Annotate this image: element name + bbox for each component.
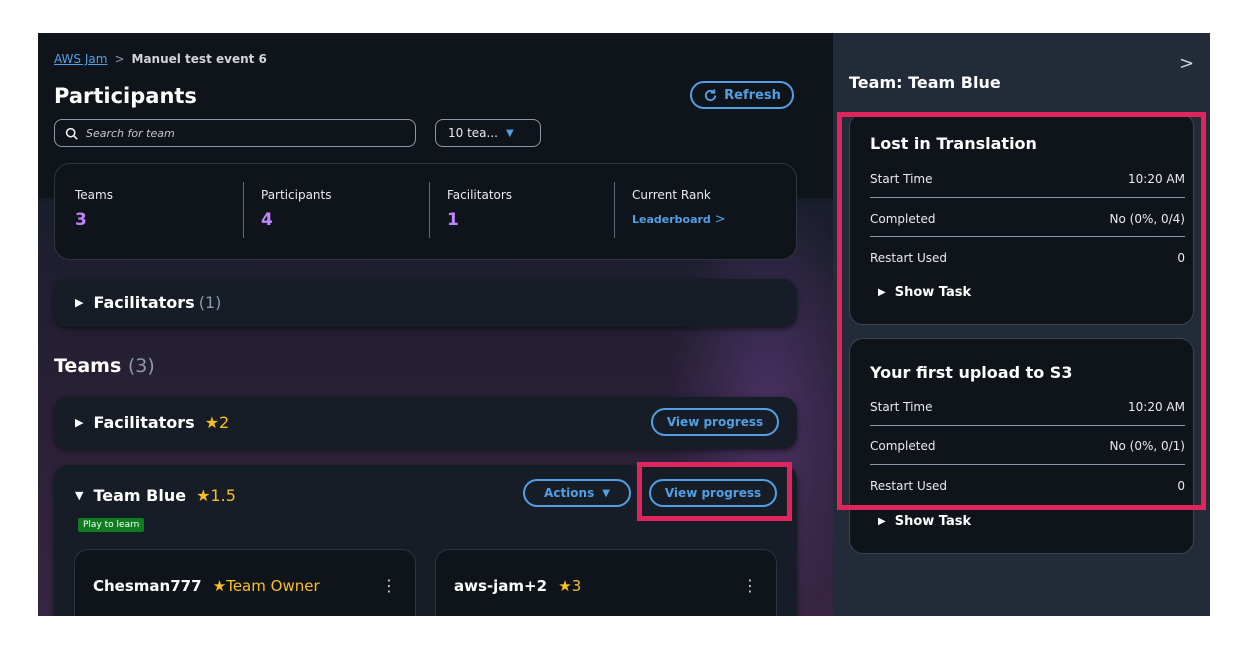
show-task-toggle[interactable]: ▶ Show Task: [878, 514, 971, 529]
stat-divider: [614, 182, 615, 238]
triangle-right-icon: ▶: [878, 287, 886, 298]
task-start-row: Start Time 10:20 AM: [870, 172, 1185, 186]
team-side-panel: Team: Team Blue > Lost in Translation St…: [833, 33, 1210, 616]
task-completed-row: Completed No (0%, 0/1): [870, 439, 1185, 453]
stat-facilitators-value: 1: [447, 210, 459, 230]
app-window: AWS Jam > Manuel test event 6 Participants…: [38, 33, 1210, 616]
team-count-select[interactable]: 10 tea... ▼: [435, 119, 541, 147]
refresh-label: Refresh: [724, 87, 781, 103]
facilitators-expander[interactable]: ▶ Facilitators (1): [54, 279, 797, 327]
facilitators-label: Facilitators: [93, 293, 195, 312]
page-title: Participants: [54, 84, 197, 108]
chevron-right-icon: >: [714, 212, 726, 227]
member-name: aws-jam+2: [454, 577, 548, 595]
member-card: aws-jam+2 ★3 ⋮: [435, 549, 777, 616]
search-icon: [65, 127, 78, 140]
view-progress-button[interactable]: View progress: [649, 479, 777, 507]
breadcrumb: AWS Jam > Manuel test event 6: [54, 52, 267, 66]
divider: [870, 197, 1185, 198]
triangle-right-icon: ▶: [878, 516, 886, 527]
member-name: Chesman777: [93, 577, 202, 595]
member-role: Team Owner: [226, 577, 320, 595]
stat-rank: Current Rank Leaderboard >: [632, 188, 726, 227]
task-title: Your first upload to S3: [870, 363, 1073, 382]
task-card: Lost in Translation Start Time 10:20 AM …: [849, 113, 1194, 325]
refresh-button[interactable]: Refresh: [690, 81, 794, 109]
view-progress-button[interactable]: View progress: [651, 408, 779, 436]
task-restart-row: Restart Used 0: [870, 251, 1185, 265]
member-card: Chesman777 ★Team Owner ⋮: [74, 549, 416, 616]
show-task-toggle[interactable]: ▶ Show Task: [878, 285, 971, 300]
stat-divider: [429, 182, 430, 238]
team-name: Facilitators: [93, 413, 195, 432]
kebab-icon[interactable]: ⋮: [742, 576, 758, 595]
stat-facilitators-label: Facilitators: [447, 188, 513, 202]
side-panel-title: Team: Team Blue: [849, 73, 1001, 92]
member-score: 3: [571, 577, 582, 595]
task-title: Lost in Translation: [870, 134, 1037, 153]
divider: [870, 425, 1185, 426]
main-content: AWS Jam > Manuel test event 6 Participants…: [38, 33, 833, 616]
breadcrumb-root-link[interactable]: AWS Jam: [54, 52, 107, 66]
stat-rank-label: Current Rank: [632, 188, 711, 202]
star-icon: ★: [204, 413, 220, 432]
refresh-icon: [705, 88, 717, 101]
chevron-right-icon: >: [114, 52, 125, 66]
kebab-icon[interactable]: ⋮: [381, 576, 397, 595]
play-to-learn-badge: Play to learn: [78, 518, 145, 532]
actions-button[interactable]: Actions ▼: [523, 479, 631, 507]
caret-down-icon: ▼: [505, 127, 514, 139]
search-input[interactable]: [84, 125, 388, 141]
stat-participants-label: Participants: [261, 188, 332, 202]
teams-count: (3): [127, 355, 155, 377]
team-count-value: 10 tea...: [448, 126, 498, 140]
facilitators-count: (1): [198, 293, 222, 312]
stat-teams-value: 3: [75, 210, 87, 230]
stats-summary: Teams 3 Participants 4 Facilitators 1 Cu…: [54, 163, 797, 260]
teams-heading: Teams (3): [54, 355, 155, 377]
task-completed-row: Completed No (0%, 0/4): [870, 212, 1185, 226]
triangle-right-icon: ▶: [75, 416, 84, 429]
search-field[interactable]: [54, 119, 416, 147]
stat-participants-value: 4: [261, 210, 273, 230]
divider: [870, 236, 1185, 237]
breadcrumb-current: Manuel test event 6: [131, 52, 267, 66]
star-icon: ★: [196, 486, 211, 505]
stat-teams: Teams 3: [75, 188, 113, 230]
leaderboard-link[interactable]: Leaderboard >: [632, 212, 726, 227]
stat-teams-label: Teams: [75, 188, 113, 202]
divider: [870, 464, 1185, 465]
task-restart-row: Restart Used 0: [870, 479, 1185, 493]
team-score: 2: [219, 413, 230, 432]
team-name: Team Blue: [93, 486, 187, 505]
team-row[interactable]: ▶ Facilitators ★2 View progress: [54, 397, 797, 449]
star-icon: ★: [558, 577, 572, 595]
stat-divider: [243, 182, 244, 238]
triangle-right-icon: ▶: [75, 296, 84, 309]
star-icon: ★: [212, 577, 227, 595]
close-panel-icon[interactable]: >: [1179, 53, 1194, 74]
task-card: Your first upload to S3 Start Time 10:20…: [849, 338, 1194, 554]
caret-down-icon: ▼: [602, 487, 610, 499]
team-score: 1.5: [210, 486, 236, 505]
task-start-row: Start Time 10:20 AM: [870, 400, 1185, 414]
triangle-down-icon: ▼: [75, 489, 84, 502]
stat-participants: Participants 4: [261, 188, 332, 230]
stat-facilitators: Facilitators 1: [447, 188, 512, 230]
